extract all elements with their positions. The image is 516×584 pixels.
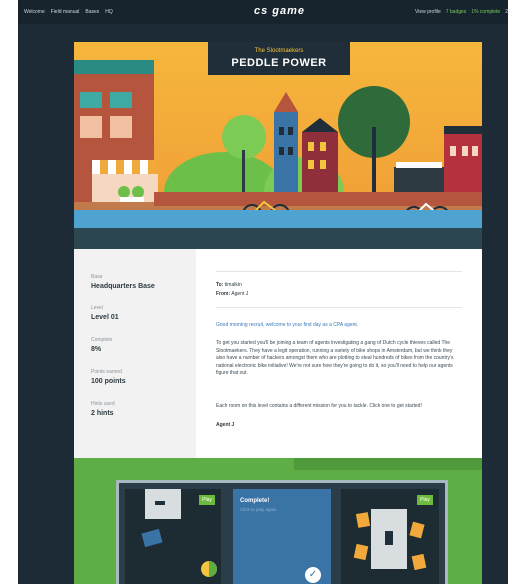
- divider: [216, 271, 462, 272]
- to-value: timalkin: [224, 282, 242, 288]
- notification-count[interactable]: 2: [505, 9, 508, 15]
- stat-base-value: Headquarters Base: [91, 283, 155, 290]
- nav-left: Welcome Field manual Bases HQ: [24, 9, 113, 15]
- stat-hints-value: 2 hints: [91, 410, 114, 417]
- level-card: The Slootmaekers PEDDLE POWER Base Headq…: [74, 42, 482, 584]
- stat-complete-value: 8%: [91, 346, 102, 353]
- stat-complete: Complete 8%: [91, 337, 112, 353]
- logo[interactable]: cs game: [254, 5, 305, 17]
- nav-right: View profile 7 badges 1% complete 2: [415, 9, 508, 15]
- message-from: From: Agent J: [216, 291, 248, 297]
- top-nav: Welcome Field manual Bases HQ cs game Vi…: [18, 0, 508, 24]
- to-label: To:: [216, 282, 224, 288]
- stat-hints: Hints used 2 hints: [91, 401, 115, 417]
- level-title-box: The Slootmaekers PEDDLE POWER: [208, 42, 350, 75]
- divider: [216, 307, 462, 308]
- rooms-frame: Play Complete! Click to play again ✓ Pla…: [116, 480, 448, 584]
- nav-bases-link[interactable]: Bases: [85, 9, 99, 15]
- level-title: PEDDLE POWER: [231, 57, 327, 69]
- stat-points-value: 100 points: [91, 378, 126, 385]
- room-2-replay-hint[interactable]: Click to play again: [240, 507, 277, 512]
- check-icon: ✓: [305, 567, 321, 583]
- gang-name: The Slootmaekers: [254, 48, 304, 54]
- stat-level-value: Level 01: [91, 314, 119, 321]
- message-signature: Agent J: [216, 422, 235, 428]
- nav-hq-link[interactable]: HQ: [105, 9, 113, 15]
- complete-percent: 1% complete: [471, 9, 501, 15]
- message-body-2: Each room on this level contains a diffe…: [216, 403, 422, 409]
- level-stats-sidebar: Base Headquarters Base Level Level 01 Co…: [74, 249, 196, 458]
- stat-points-label: Points earned: [91, 369, 122, 375]
- stat-base: Base Headquarters Base: [91, 274, 155, 290]
- grass-strip: [74, 458, 482, 480]
- room-1[interactable]: Play: [125, 489, 221, 584]
- message-to: To: timalkin: [216, 282, 242, 288]
- stat-level: Level Level 01: [91, 305, 119, 321]
- briefing-message: To: timalkin From: Agent J Good morning …: [216, 249, 462, 458]
- app-window: Welcome Field manual Bases HQ cs game Vi…: [18, 0, 508, 584]
- view-profile-link[interactable]: View profile: [415, 9, 441, 15]
- room-3-play-button[interactable]: Play: [417, 495, 433, 505]
- stat-level-label: Level: [91, 305, 103, 311]
- from-value: Agent J: [231, 291, 249, 297]
- from-label: From:: [216, 291, 231, 297]
- stat-complete-label: Complete: [91, 337, 113, 343]
- stat-points: Points earned 100 points: [91, 369, 126, 385]
- nav-field-manual-link[interactable]: Field manual: [51, 9, 80, 15]
- message-body-1: To get you started you'll be joining a t…: [216, 340, 454, 376]
- nav-welcome-link[interactable]: Welcome: [24, 9, 45, 15]
- stat-hints-label: Hints used: [91, 401, 115, 407]
- badges-count[interactable]: 7 badges: [446, 9, 467, 15]
- room-2-complete-label: Complete!: [240, 498, 270, 504]
- room-2[interactable]: Complete! Click to play again ✓: [233, 489, 331, 584]
- room-1-play-button[interactable]: Play: [199, 495, 215, 505]
- game-area: Play Complete! Click to play again ✓ Pla…: [74, 458, 482, 584]
- stat-base-label: Base: [91, 274, 103, 280]
- room-3[interactable]: Play: [341, 489, 439, 584]
- message-greeting: Good morning recruit, welcome to your fi…: [216, 322, 359, 328]
